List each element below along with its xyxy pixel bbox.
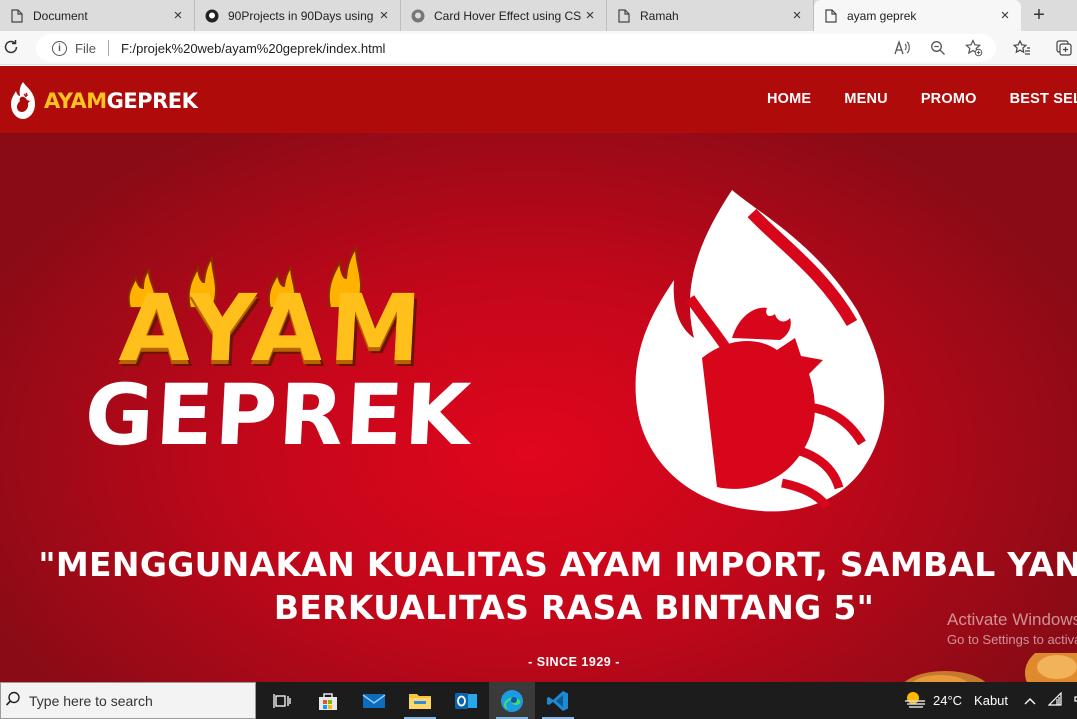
microsoft-store-icon[interactable] (305, 682, 351, 719)
close-icon[interactable]: × (170, 7, 186, 24)
hero-quote: "MENGGUNAKAN KUALITAS AYAM IMPORT, SAMBA… (0, 543, 1077, 629)
search-icon (5, 691, 21, 710)
weather-condition[interactable]: Kabut (974, 693, 1008, 708)
activate-windows-title: Activate Windows (947, 610, 1077, 629)
address-bar[interactable]: i File F:/projek%20web/ayam%20geprek/ind… (36, 34, 996, 62)
system-tray: 24°C Kabut (903, 682, 1077, 719)
search-placeholder: Type here to search (29, 692, 153, 709)
new-tab-button[interactable]: + (1021, 0, 1057, 31)
weather-icon[interactable] (903, 690, 927, 711)
read-aloud-icon[interactable] (892, 38, 912, 58)
activate-windows-watermark: Activate Windows Go to Settings to activ… (947, 610, 1077, 647)
file-explorer-icon[interactable] (397, 682, 443, 719)
browser-tab-card-hover[interactable]: Card Hover Effect using CSS × (401, 0, 607, 31)
close-icon[interactable]: × (376, 7, 392, 24)
site-nav: HOME MENU PROMO BEST SELLER (767, 91, 1077, 107)
browser-toolbar: i File F:/projek%20web/ayam%20geprek/ind… (0, 31, 1077, 65)
vscode-icon[interactable] (535, 682, 581, 719)
brand-name-part2: GEPREK (106, 89, 198, 113)
close-icon[interactable]: × (997, 7, 1013, 24)
close-icon[interactable]: × (582, 7, 598, 24)
hero-quote-line1: "MENGGUNAKAN KUALITAS AYAM IMPORT, SAMBA… (38, 545, 1077, 584)
browser-tab-90projects[interactable]: 90Projects in 90Days using H × (195, 0, 401, 31)
mail-icon[interactable] (351, 682, 397, 719)
reload-icon[interactable] (2, 38, 22, 58)
nav-best-seller[interactable]: BEST SELLER (1010, 91, 1077, 107)
fried-chicken-image (904, 653, 1077, 682)
browser-tab-document[interactable]: Document × (0, 0, 195, 31)
hero-quote-line2: BERKUALITAS RASA BINTANG 5" (273, 588, 875, 627)
collections-icon[interactable] (1054, 38, 1074, 58)
nav-home[interactable]: HOME (767, 91, 811, 107)
site-navbar: AYAMGEPREK HOME MENU PROMO BEST SELLER (0, 66, 1077, 133)
add-favorite-icon[interactable] (964, 38, 984, 58)
page-icon (617, 8, 631, 23)
zoom-icon[interactable] (928, 38, 948, 58)
hero-logo-ayam: AYAM (117, 275, 430, 382)
nav-menu[interactable]: MENU (844, 91, 888, 107)
weather-temperature[interactable]: 24°C (933, 693, 962, 708)
hero-logo-geprek: GEPREK (82, 366, 475, 464)
page-icon (824, 8, 838, 23)
brand-name-part1: AYAM (44, 89, 107, 113)
github-icon (205, 9, 219, 23)
activate-windows-subtitle: Go to Settings to activate Windows. (947, 632, 1077, 647)
taskbar-search-box[interactable]: Type here to search (0, 682, 256, 719)
tab-title: 90Projects in 90Days using H (228, 8, 376, 23)
scheme-label: File (75, 40, 96, 56)
tab-title: Card Hover Effect using CSS (434, 8, 582, 23)
tab-title: Ramah (640, 8, 679, 23)
windows-taskbar: Type here to search 24°C Kabut (0, 682, 1077, 719)
page-icon (10, 8, 24, 23)
outlook-icon[interactable] (443, 682, 489, 719)
flame-rooster-icon (11, 82, 35, 119)
task-view-icon[interactable] (259, 682, 305, 719)
browser-tab-strip: Document × 90Projects in 90Days using H … (0, 0, 1077, 31)
taskbar-apps (259, 682, 581, 719)
browser-tab-ramah[interactable]: Ramah × (607, 0, 814, 31)
divider (107, 40, 109, 56)
web-page: AYAMGEPREK HOME MENU PROMO BEST SELLER A… (0, 66, 1077, 682)
browser-tab-ayam-geprek[interactable]: ayam geprek × (814, 0, 1021, 31)
brand-logo[interactable]: AYAMGEPREK (6, 81, 198, 121)
chevron-up-icon[interactable] (1024, 693, 1036, 708)
tab-title: ayam geprek (847, 8, 917, 23)
wifi-icon[interactable] (1047, 691, 1062, 709)
close-icon[interactable]: × (789, 7, 805, 24)
rooster-flame-emblem-icon (635, 190, 885, 512)
nav-promo[interactable]: PROMO (921, 91, 977, 107)
favorites-icon[interactable] (1012, 38, 1032, 58)
info-icon[interactable]: i (52, 40, 67, 56)
brand-name: AYAMGEPREK (44, 89, 198, 113)
tab-title: Document (33, 8, 88, 23)
edge-icon[interactable] (489, 682, 535, 719)
url-text[interactable]: F:/projek%20web/ayam%20geprek/index.html (121, 41, 892, 56)
github-icon (411, 9, 425, 23)
hero-section: AYAM GEPREK "MENGGUNAKAN KUALITAS AYAM I… (0, 133, 1077, 682)
